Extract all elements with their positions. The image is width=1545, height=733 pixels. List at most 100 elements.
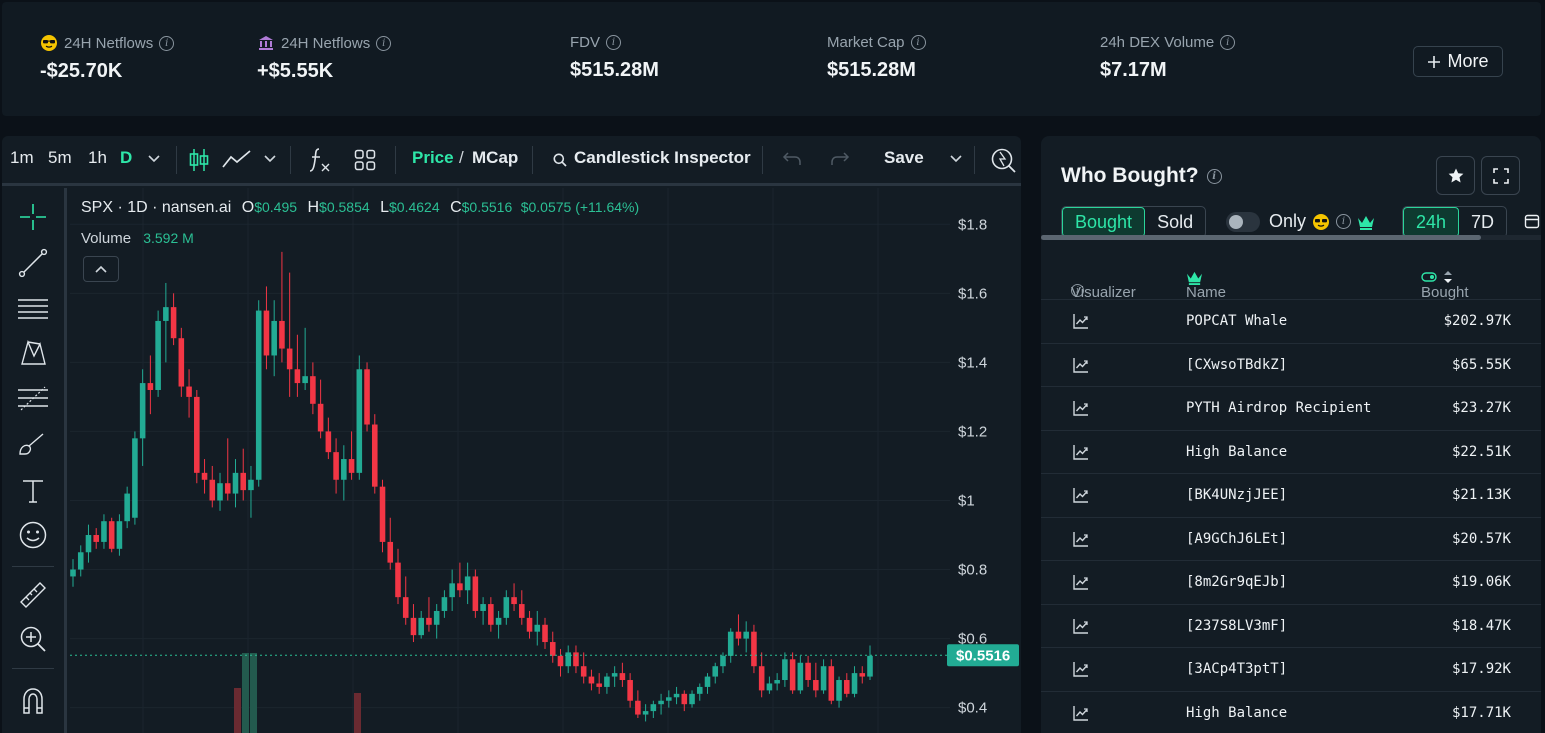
- column-bought[interactable]: Bought: [1421, 270, 1469, 301]
- candlestick-chart[interactable]: $1.8$1.6$1.4$1.2$1$0.8$0.6$0.4$0.5516: [70, 188, 1021, 733]
- bought-amount: $202.97K: [1443, 313, 1511, 329]
- table-row[interactable]: [237S8LV3mF] $18.47K: [1041, 605, 1541, 648]
- info-icon[interactable]: i: [910, 35, 926, 50]
- interval-d[interactable]: D: [120, 148, 132, 168]
- info-icon[interactable]: i: [1206, 168, 1222, 184]
- pattern-tool[interactable]: [16, 336, 50, 370]
- only-smart-money-switch[interactable]: [1226, 212, 1260, 232]
- chevron-down-icon[interactable]: [148, 155, 160, 163]
- candles-chart-type-icon[interactable]: [188, 147, 210, 173]
- candle-body: [696, 686, 703, 694]
- panel-title: Who Bought? i: [1061, 164, 1222, 188]
- table-row[interactable]: PYTH Airdrop Recipient $23.27K: [1041, 387, 1541, 431]
- interval-1m[interactable]: 1m: [10, 148, 34, 168]
- chevron-down-icon[interactable]: [950, 155, 962, 163]
- close-value: $0.5516: [461, 199, 513, 215]
- crosshair-tool[interactable]: [16, 200, 50, 234]
- buyer-name[interactable]: [237S8LV3mF]: [1186, 618, 1287, 634]
- calendar-icon[interactable]: [1524, 213, 1540, 229]
- candle-body: [580, 666, 587, 677]
- undo-icon[interactable]: [782, 151, 802, 167]
- indicators-fx-icon[interactable]: [308, 146, 332, 174]
- change-value: $0.0575 (+11.64%): [520, 199, 640, 215]
- visualizer-chart-icon[interactable]: [1072, 356, 1090, 374]
- visualizer-chart-icon[interactable]: [1072, 573, 1090, 591]
- scrollbar-thumb[interactable]: [1041, 235, 1481, 240]
- chevron-down-icon[interactable]: [264, 155, 276, 163]
- chart-symbol[interactable]: SPX · 1D · nansen.ai: [81, 199, 231, 216]
- line-chart-type-icon[interactable]: [222, 149, 252, 169]
- buyer-name[interactable]: [3ACp4T3ptT]: [1186, 661, 1287, 677]
- collapse-legend-button[interactable]: [83, 256, 119, 282]
- bought-amount: $22.51K: [1451, 443, 1511, 460]
- table-row[interactable]: [8m2Gr9qEJb] $19.06K: [1041, 561, 1541, 605]
- table-row[interactable]: POPCAT Whale $202.97K: [1041, 300, 1541, 344]
- interval-5m[interactable]: 5m: [48, 148, 72, 168]
- expand-button[interactable]: [1481, 156, 1520, 195]
- trend-line-tool[interactable]: [16, 246, 50, 280]
- brush-tool[interactable]: [16, 428, 50, 462]
- candlestick-chart-area[interactable]: $1.8 $1.6 $1.4 $1.2 $1 $0.8 $0.6 $0.4 $0.5516: [70, 188, 1021, 733]
- candle-body: [279, 320, 285, 349]
- quick-search-icon[interactable]: [990, 146, 1016, 174]
- mcap-toggle[interactable]: MCap: [472, 148, 518, 168]
- tab-bought[interactable]: Bought: [1062, 207, 1146, 237]
- visualizer-chart-icon[interactable]: [1072, 486, 1090, 504]
- buyer-name[interactable]: High Balance: [1186, 444, 1287, 460]
- info-icon[interactable]: i: [159, 35, 175, 51]
- y-axis-tick-label: $0.4: [958, 700, 987, 717]
- tools-divider: [12, 668, 54, 669]
- visualizer-chart-icon[interactable]: [1072, 399, 1090, 417]
- candle-body: [557, 655, 564, 667]
- save-button[interactable]: Save: [884, 148, 924, 168]
- table-row[interactable]: [CXwsoTBdkZ] $65.55K: [1041, 344, 1541, 387]
- column-name[interactable]: Name: [1186, 270, 1226, 301]
- buyer-name[interactable]: [A9GChJ6LEt]: [1186, 531, 1287, 547]
- zoom-in-tool[interactable]: [16, 622, 50, 656]
- tab-sold[interactable]: Sold: [1145, 207, 1205, 237]
- info-icon[interactable]: i: [1336, 214, 1352, 229]
- candle-body: [650, 704, 657, 712]
- table-row[interactable]: High Balance $22.51K: [1041, 431, 1541, 474]
- period-7d[interactable]: 7D: [1459, 207, 1506, 237]
- buyer-name[interactable]: PYTH Airdrop Recipient: [1186, 400, 1371, 416]
- emoji-tool[interactable]: [16, 518, 50, 552]
- y-axis-tick-label: $1: [958, 492, 975, 509]
- visualizer-chart-icon[interactable]: [1072, 530, 1090, 548]
- buyer-name[interactable]: [8m2Gr9qEJb]: [1186, 574, 1287, 590]
- buyer-name[interactable]: [CXwsoTBdkZ]: [1186, 357, 1287, 373]
- stat-value: $7.17M: [1100, 59, 1167, 81]
- period-24h[interactable]: 24h: [1403, 207, 1460, 237]
- favorite-button[interactable]: [1436, 156, 1475, 195]
- text-tool[interactable]: [16, 474, 50, 508]
- buyer-name[interactable]: High Balance: [1186, 705, 1287, 721]
- interval-1h[interactable]: 1h: [88, 148, 107, 168]
- visualizer-chart-icon[interactable]: [1072, 443, 1090, 461]
- magnet-tool[interactable]: [16, 684, 50, 718]
- table-row[interactable]: [A9GChJ6LEt] $20.57K: [1041, 518, 1541, 561]
- measure-tool[interactable]: [16, 578, 50, 612]
- filter-scrollbar[interactable]: [1041, 235, 1541, 240]
- layout-grid-icon[interactable]: [354, 149, 376, 171]
- visualizer-chart-icon[interactable]: [1072, 704, 1090, 722]
- visualizer-chart-icon[interactable]: [1072, 312, 1090, 330]
- price-toggle[interactable]: Price: [412, 148, 454, 168]
- horizontal-lines-tool[interactable]: [16, 292, 50, 326]
- buyer-name[interactable]: POPCAT Whale: [1186, 313, 1287, 329]
- table-row[interactable]: [3ACp4T3ptT] $17.92K: [1041, 648, 1541, 692]
- fib-retracement-tool[interactable]: [16, 382, 50, 416]
- candlestick-inspector-button[interactable]: Candlestick Inspector: [574, 148, 751, 168]
- info-icon[interactable]: i: [376, 35, 392, 51]
- candle-body: [534, 624, 541, 632]
- info-icon[interactable]: i: [1220, 35, 1236, 50]
- buyer-name[interactable]: [BK4UNzjJEE]: [1186, 487, 1287, 503]
- info-icon[interactable]: i: [606, 35, 621, 50]
- more-stats-button[interactable]: More: [1413, 46, 1503, 77]
- stat-market-cap: Market Cap i $515.28M: [827, 34, 926, 82]
- visualizer-chart-icon[interactable]: [1072, 660, 1090, 678]
- table-row[interactable]: High Balance $17.71K: [1041, 692, 1541, 733]
- redo-icon[interactable]: [830, 151, 850, 167]
- table-row[interactable]: [BK4UNzjJEE] $21.13K: [1041, 474, 1541, 518]
- candle-body: [194, 396, 200, 473]
- visualizer-chart-icon[interactable]: [1072, 617, 1090, 635]
